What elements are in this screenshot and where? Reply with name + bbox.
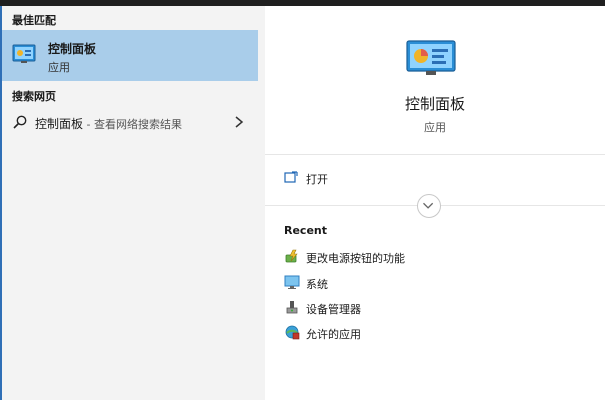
control-panel-icon [12, 44, 36, 63]
device-manager-icon [286, 301, 298, 314]
preview-pane: 控制面板 应用 打开 Recent 更改电源按钮的功能 系统 设备管理器 允许的… [265, 6, 605, 400]
recent-heading: Recent [284, 224, 328, 237]
best-match-item[interactable]: 控制面板 应用 [2, 30, 258, 81]
search-icon [13, 115, 27, 129]
best-match-type: 应用 [48, 61, 70, 74]
best-match-heading: 最佳匹配 [12, 14, 56, 27]
preview-title: 控制面板 [404, 95, 465, 113]
preview-subtitle: 应用 [424, 121, 446, 134]
web-search-heading: 搜索网页 [12, 90, 56, 103]
chevron-down-icon [423, 202, 434, 209]
web-search-result[interactable]: 控制面板 - 查看网络搜索结果 [2, 110, 258, 136]
divider [265, 154, 605, 155]
recent-item-label: 系统 [306, 278, 328, 291]
recent-item-power[interactable]: 更改电源按钮的功能 [265, 246, 605, 268]
open-icon [284, 171, 298, 183]
recent-item-device-manager[interactable]: 设备管理器 [265, 297, 605, 319]
results-pane: 最佳匹配 控制面板 应用 搜索网页 控制面板 - 查看网络搜索结果 [0, 6, 258, 400]
web-search-text: 控制面板 - 查看网络搜索结果 [35, 115, 182, 132]
chevron-right-icon[interactable] [232, 114, 246, 130]
open-label: 打开 [306, 173, 328, 186]
system-monitor-icon [284, 275, 300, 289]
best-match-name: 控制面板 [48, 42, 97, 56]
firewall-apps-icon [285, 325, 300, 340]
web-search-hint: - 查看网络搜索结果 [83, 118, 182, 131]
recent-item-label: 设备管理器 [306, 303, 361, 316]
web-search-query: 控制面板 [35, 117, 84, 131]
recent-item-label: 允许的应用 [306, 328, 361, 341]
recent-item-label: 更改电源按钮的功能 [306, 252, 405, 265]
expand-button[interactable] [417, 194, 441, 218]
control-panel-large-icon [406, 40, 456, 75]
power-options-icon [285, 249, 298, 263]
open-action[interactable]: 打开 [265, 165, 605, 191]
recent-item-allowed-apps[interactable]: 允许的应用 [265, 322, 605, 344]
recent-item-system[interactable]: 系统 [265, 272, 605, 294]
